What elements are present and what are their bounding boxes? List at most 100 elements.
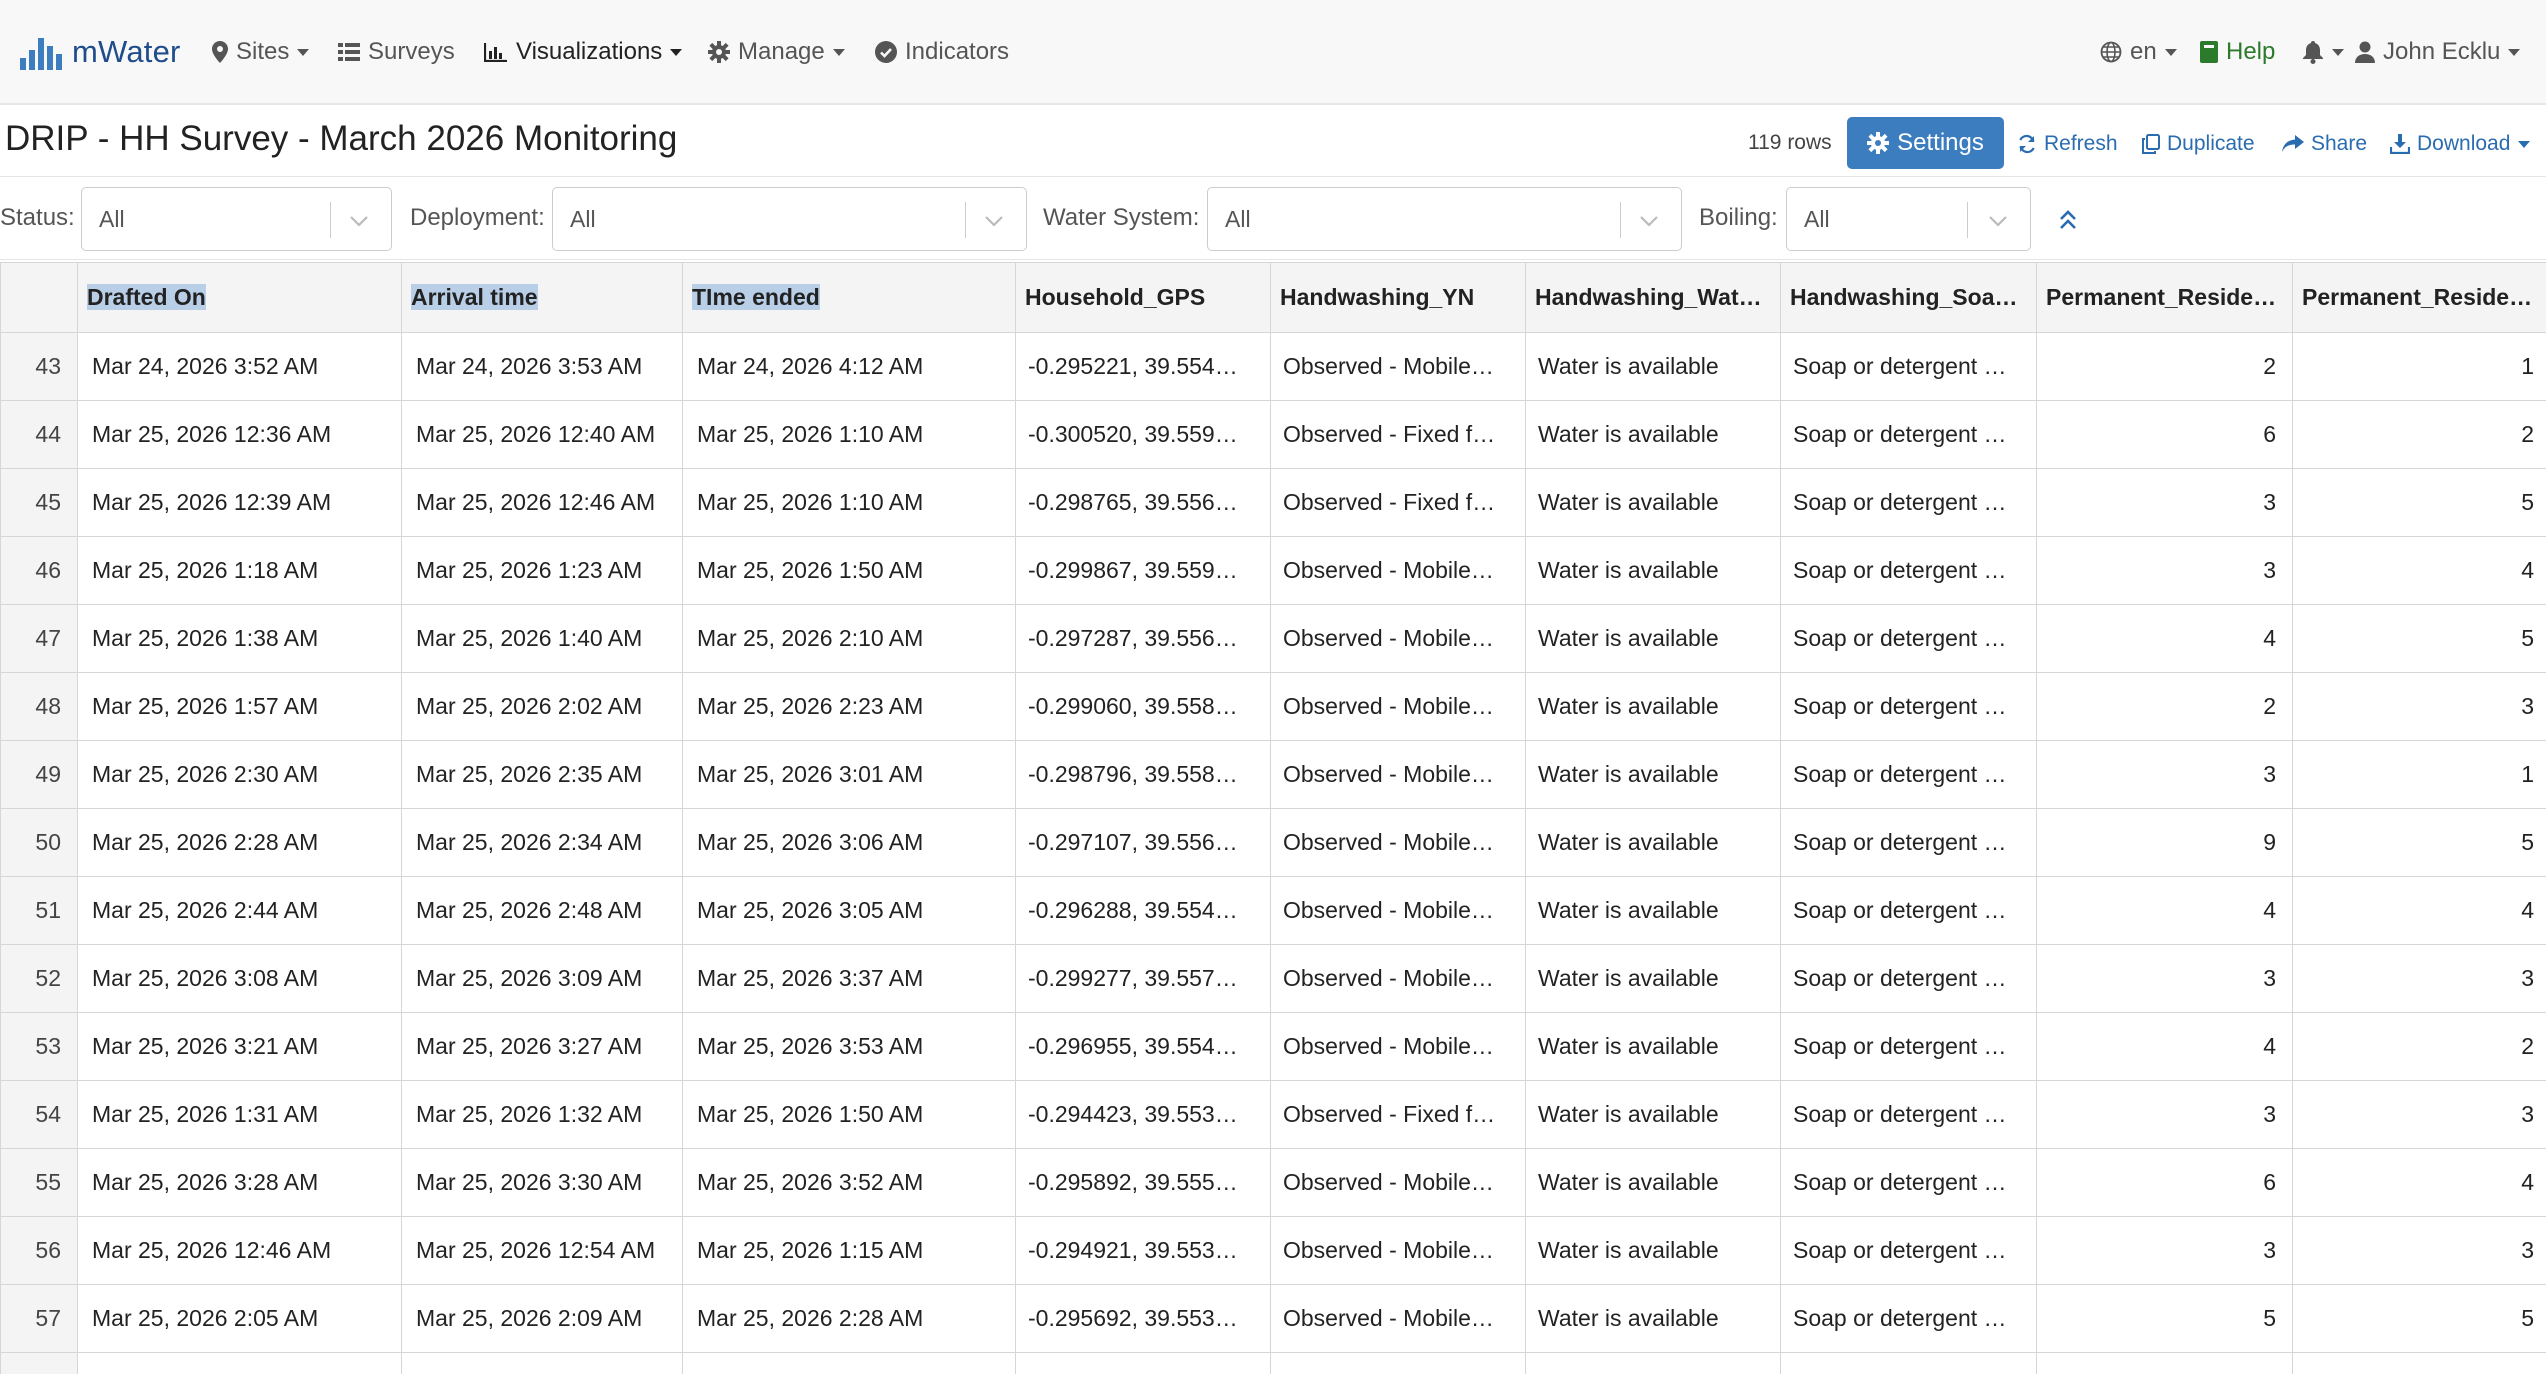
cell-permanent-residents-1[interactable]: 3: [2036, 740, 2293, 809]
cell-handwashing-soap[interactable]: Soap or detergent …: [1780, 536, 2037, 605]
cell-permanent-residents-2[interactable]: 3: [2292, 672, 2546, 741]
cell-permanent-residents-2[interactable]: 1: [2292, 740, 2546, 809]
cell-arrival-time[interactable]: Mar 25, 2026 1:40 AM: [401, 604, 683, 673]
column-header-drafted-on[interactable]: Drafted On: [77, 262, 402, 333]
cell-household-gps[interactable]: -0.295221, 39.554…: [1015, 332, 1271, 401]
cell-drafted-on[interactable]: Mar 25, 2026 3:21 AM: [77, 1012, 402, 1081]
column-header-handwashing-water[interactable]: Handwashing_Water_: [1525, 262, 1781, 333]
cell-household-gps[interactable]: -0.296288, 39.554…: [1015, 876, 1271, 945]
cell-arrival-time[interactable]: Mar 25, 2026 3:09 AM: [401, 944, 683, 1013]
cell-permanent-residents-1[interactable]: 6: [2036, 1148, 2293, 1217]
cell-handwashing-water[interactable]: Water is available: [1525, 400, 1781, 469]
cell-arrival-time[interactable]: Mar 25, 2026 3:30 AM: [401, 1148, 683, 1217]
cell-handwashing-soap[interactable]: Soap or detergent …: [1780, 1284, 2037, 1353]
cell-permanent-residents-2[interactable]: 3: [2292, 1080, 2546, 1149]
cell-handwashing-soap[interactable]: Soap or detergent …: [1780, 1012, 2037, 1081]
table-row[interactable]: 47 Mar 25, 2026 1:38 AM Mar 25, 2026 1:40 …: [0, 604, 2546, 673]
cell-drafted-on[interactable]: Mar 25, 2026 2:28 AM: [77, 808, 402, 877]
table-row[interactable]: 57 Mar 25, 2026 2:05 AM Mar 25, 2026 2:09 …: [0, 1284, 2546, 1353]
cell-handwashing-water[interactable]: Water is available: [1525, 808, 1781, 877]
cell-time-ended[interactable]: Mar 25, 2026 3:52 AM: [682, 1148, 1016, 1217]
table-row[interactable]: 58Mar 25, 2026 1:04 AMMar 25, 2026 1:09 …: [0, 1352, 2546, 1374]
cell-household-gps[interactable]: -0.299060, 39.558…: [1015, 672, 1271, 741]
duplicate-button[interactable]: Duplicate: [2142, 129, 2255, 159]
cell-drafted-on[interactable]: Mar 25, 2026 3:08 AM: [77, 944, 402, 1013]
cell-time-ended[interactable]: Mar 25, 2026 3:01 AM: [682, 740, 1016, 809]
cell-time-ended[interactable]: Mar 25, 2026 3:53 AM: [682, 1012, 1016, 1081]
cell-handwashing-soap[interactable]: Soap or detergent …: [1780, 740, 2037, 809]
cell-permanent-residents-1[interactable]: 3: [2036, 1080, 2293, 1149]
cell-handwashing-water[interactable]: Water is available: [1525, 944, 1781, 1013]
cell-handwashing-water[interactable]: Water is available: [1525, 672, 1781, 741]
cell-handwashing-soap[interactable]: Soap or detergent …: [1780, 944, 2037, 1013]
cell-drafted-on[interactable]: Mar 25, 2026 12:36 AM: [77, 400, 402, 469]
cell-household-gps[interactable]: -0.299867, 39.559…: [1015, 536, 1271, 605]
cell-household-gps[interactable]: -0.297287, 39.556…: [1015, 604, 1271, 673]
cell-permanent-residents-2[interactable]: 5: [2292, 1352, 2546, 1374]
cell-time-ended[interactable]: Mar 25, 2026 3:05 AM: [682, 876, 1016, 945]
cell-permanent-residents-1[interactable]: 5: [2036, 1284, 2293, 1353]
cell-permanent-residents-1[interactable]: 3: [2036, 536, 2293, 605]
column-header-arrival-time[interactable]: Arrival time: [401, 262, 683, 333]
cell-handwashing-water[interactable]: Water is available: [1525, 1080, 1781, 1149]
nav-manage[interactable]: Manage: [708, 32, 845, 72]
cell-handwashing-yn[interactable]: Observed - Mobile…: [1270, 604, 1526, 673]
cell-permanent-residents-2[interactable]: 4: [2292, 876, 2546, 945]
cell-drafted-on[interactable]: Mar 25, 2026 2:30 AM: [77, 740, 402, 809]
language-selector[interactable]: en: [2100, 32, 2177, 72]
cell-time-ended[interactable]: Mar 25, 2026 3:37 AM: [682, 944, 1016, 1013]
cell-handwashing-water[interactable]: Water is available: [1525, 1012, 1781, 1081]
cell-household-gps[interactable]: -0.297044, 39.554…: [1015, 1352, 1271, 1374]
cell-handwashing-yn[interactable]: Observed - Mobile…: [1270, 1216, 1526, 1285]
table-row[interactable]: 46 Mar 25, 2026 1:18 AM Mar 25, 2026 1:23 …: [0, 536, 2546, 605]
cell-handwashing-yn[interactable]: Observed - Mobile…: [1270, 808, 1526, 877]
column-header-permanent-residents-2[interactable]: Permanent_Residents: [2292, 262, 2546, 333]
cell-arrival-time[interactable]: Mar 25, 2026 12:46 AM: [401, 468, 683, 537]
cell-permanent-residents-2[interactable]: 2: [2292, 400, 2546, 469]
notifications-menu[interactable]: [2302, 32, 2344, 72]
cell-drafted-on[interactable]: Mar 25, 2026 3:28 AM: [77, 1148, 402, 1217]
cell-handwashing-yn[interactable]: Observed - Fixed f…: [1270, 468, 1526, 537]
cell-arrival-time[interactable]: Mar 25, 2026 2:35 AM: [401, 740, 683, 809]
cell-handwashing-soap[interactable]: Soap or detergent …: [1780, 1216, 2037, 1285]
cell-time-ended[interactable]: Mar 25, 2026 1:15 AM: [682, 1216, 1016, 1285]
cell-arrival-time[interactable]: Mar 25, 2026 2:34 AM: [401, 808, 683, 877]
cell-arrival-time[interactable]: Mar 25, 2026 1:23 AM: [401, 536, 683, 605]
cell-drafted-on[interactable]: Mar 25, 2026 1:18 AM: [77, 536, 402, 605]
cell-time-ended[interactable]: Mar 25, 2026 1:50 AM: [682, 1080, 1016, 1149]
column-header-household-gps[interactable]: Household_GPS: [1015, 262, 1271, 333]
table-row[interactable]: 49 Mar 25, 2026 2:30 AM Mar 25, 2026 2:35 …: [0, 740, 2546, 809]
cell-handwashing-yn[interactable]: Observed - Fixed f…: [1270, 400, 1526, 469]
cell-arrival-time[interactable]: Mar 25, 2026 12:40 AM: [401, 400, 683, 469]
table-row[interactable]: 43 Mar 24, 2026 3:52 AM Mar 24, 2026 3:53 …: [0, 332, 2546, 401]
cell-drafted-on[interactable]: Mar 24, 2026 3:52 AM: [77, 332, 402, 401]
cell-handwashing-soap[interactable]: Soap or detergent …: [1780, 400, 2037, 469]
cell-permanent-residents-2[interactable]: 2: [2292, 1012, 2546, 1081]
boiling-filter-select[interactable]: All: [1786, 187, 2031, 251]
cell-handwashing-yn[interactable]: Observed - Mobile…: [1270, 1352, 1526, 1374]
cell-handwashing-soap[interactable]: Soap or detergent …: [1780, 1352, 2037, 1374]
deployment-filter-select[interactable]: All: [552, 187, 1027, 251]
cell-household-gps[interactable]: -0.299277, 39.557…: [1015, 944, 1271, 1013]
cell-drafted-on[interactable]: Mar 25, 2026 1:31 AM: [77, 1080, 402, 1149]
share-button[interactable]: Share: [2282, 129, 2367, 159]
cell-arrival-time[interactable]: Mar 25, 2026 2:09 AM: [401, 1284, 683, 1353]
cell-drafted-on[interactable]: Mar 25, 2026 1:57 AM: [77, 672, 402, 741]
cell-time-ended[interactable]: Mar 25, 2026 2:28 AM: [682, 1284, 1016, 1353]
cell-arrival-time[interactable]: Mar 25, 2026 2:48 AM: [401, 876, 683, 945]
cell-time-ended[interactable]: Mar 25, 2026 2:10 AM: [682, 604, 1016, 673]
water-system-filter-select[interactable]: All: [1207, 187, 1682, 251]
column-header-time-ended[interactable]: TIme ended: [682, 262, 1016, 333]
cell-permanent-residents-1[interactable]: 2: [2036, 332, 2293, 401]
cell-handwashing-water[interactable]: Water is available: [1525, 468, 1781, 537]
cell-permanent-residents-2[interactable]: 1: [2292, 332, 2546, 401]
table-row[interactable]: 56 Mar 25, 2026 12:46 AM Mar 25, 2026 12:5…: [0, 1216, 2546, 1285]
cell-handwashing-yn[interactable]: Observed - Mobile…: [1270, 672, 1526, 741]
cell-handwashing-soap[interactable]: Soap or detergent …: [1780, 808, 2037, 877]
cell-handwashing-yn[interactable]: Observed - Mobile…: [1270, 944, 1526, 1013]
cell-permanent-residents-2[interactable]: 3: [2292, 1216, 2546, 1285]
mwater-logo[interactable]: mWater: [18, 22, 181, 82]
cell-permanent-residents-2[interactable]: 5: [2292, 604, 2546, 673]
table-row[interactable]: 50 Mar 25, 2026 2:28 AM Mar 25, 2026 2:34 …: [0, 808, 2546, 877]
cell-household-gps[interactable]: -0.297107, 39.556…: [1015, 808, 1271, 877]
